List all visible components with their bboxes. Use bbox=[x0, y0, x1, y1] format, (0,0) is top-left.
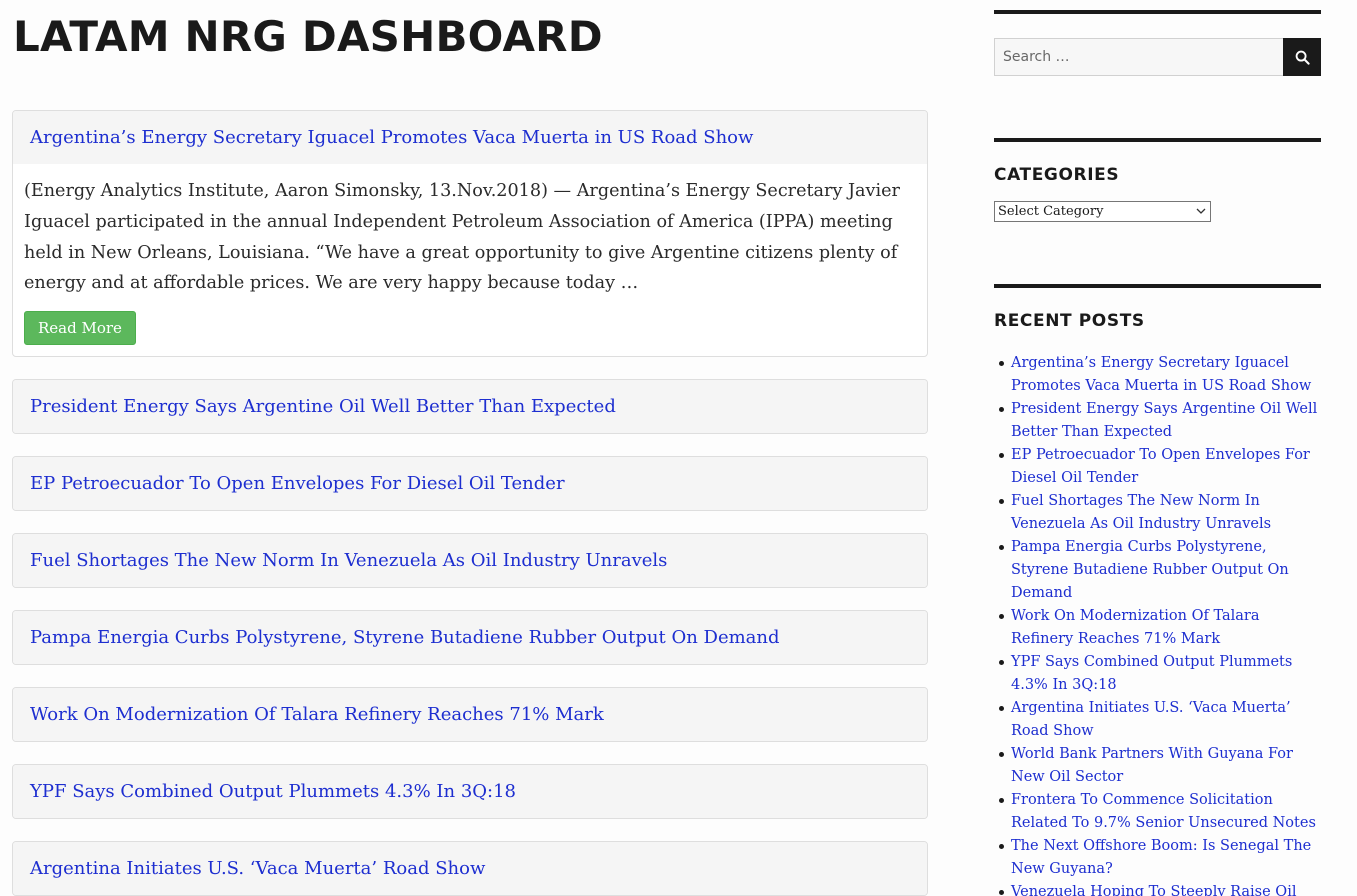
list-item: Pampa Energia Curbs Polystyrene, Styrene… bbox=[994, 536, 1321, 605]
widget-divider bbox=[994, 138, 1321, 142]
post-header: Argentina Initiates U.S. ‘Vaca Muerta’ R… bbox=[13, 842, 927, 896]
post-card: EP Petroecuador To Open Envelopes For Di… bbox=[12, 456, 928, 512]
search-button[interactable] bbox=[1283, 38, 1321, 76]
list-item: World Bank Partners With Guyana For New … bbox=[994, 743, 1321, 789]
list-item: EP Petroecuador To Open Envelopes For Di… bbox=[994, 444, 1321, 490]
recent-post-link[interactable]: Argentina Initiates U.S. ‘Vaca Muerta’ R… bbox=[1011, 700, 1291, 739]
chevron-down-icon bbox=[1196, 208, 1206, 214]
categories-widget: CATEGORIES Select Category bbox=[994, 138, 1321, 222]
list-item: Work On Modernization Of Talara Refinery… bbox=[994, 605, 1321, 651]
category-select-value: Select Category bbox=[998, 204, 1104, 219]
post-title-link[interactable]: Pampa Energia Curbs Polystyrene, Styrene… bbox=[30, 627, 780, 648]
recent-post-link[interactable]: Work On Modernization Of Talara Refinery… bbox=[1011, 608, 1260, 647]
post-header: Work On Modernization Of Talara Refinery… bbox=[13, 688, 927, 742]
post-header: EP Petroecuador To Open Envelopes For Di… bbox=[13, 457, 927, 511]
post-header: President Energy Says Argentine Oil Well… bbox=[13, 380, 927, 434]
widget-title: RECENT POSTS bbox=[994, 311, 1145, 331]
post-title-link[interactable]: Fuel Shortages The New Norm In Venezuela… bbox=[30, 550, 667, 571]
post-list: Argentina’s Energy Secretary Iguacel Pro… bbox=[12, 110, 928, 896]
category-select[interactable]: Select Category bbox=[994, 201, 1211, 222]
list-item: Fuel Shortages The New Norm In Venezuela… bbox=[994, 490, 1321, 536]
recent-posts-list: Argentina’s Energy Secretary Iguacel Pro… bbox=[994, 352, 1321, 896]
post-card: Argentina’s Energy Secretary Iguacel Pro… bbox=[12, 110, 928, 358]
post-header: Fuel Shortages The New Norm In Venezuela… bbox=[13, 534, 927, 588]
list-item: President Energy Says Argentine Oil Well… bbox=[994, 398, 1321, 444]
post-card: President Energy Says Argentine Oil Well… bbox=[12, 379, 928, 435]
post-card: YPF Says Combined Output Plummets 4.3% I… bbox=[12, 764, 928, 820]
site-title[interactable]: LATAM NRG DASHBOARD bbox=[13, 12, 603, 61]
post-title-link[interactable]: Argentina Initiates U.S. ‘Vaca Muerta’ R… bbox=[30, 858, 485, 879]
recent-post-link[interactable]: The Next Offshore Boom: Is Senegal The N… bbox=[1011, 838, 1311, 877]
post-title-link[interactable]: Work On Modernization Of Talara Refinery… bbox=[30, 704, 604, 725]
post-header: YPF Says Combined Output Plummets 4.3% I… bbox=[13, 765, 927, 819]
post-header: Pampa Energia Curbs Polystyrene, Styrene… bbox=[13, 611, 927, 665]
search-icon bbox=[1295, 50, 1310, 65]
sidebar: CATEGORIES Select Category RECENT POSTS … bbox=[994, 10, 1321, 896]
recent-post-link[interactable]: YPF Says Combined Output Plummets 4.3% I… bbox=[1011, 654, 1292, 693]
widget-title: CATEGORIES bbox=[994, 165, 1120, 185]
post-title-link[interactable]: EP Petroecuador To Open Envelopes For Di… bbox=[30, 473, 565, 494]
recent-post-link[interactable]: EP Petroecuador To Open Envelopes For Di… bbox=[1011, 447, 1310, 486]
post-title-link[interactable]: YPF Says Combined Output Plummets 4.3% I… bbox=[30, 781, 516, 802]
list-item: Venezuela Hoping To Steeply Raise Oil bbox=[994, 881, 1321, 896]
recent-post-link[interactable]: Frontera To Commence Solicitation Relate… bbox=[1011, 792, 1316, 831]
search-form bbox=[994, 38, 1321, 76]
widget-divider bbox=[994, 10, 1321, 14]
list-item: Argentina’s Energy Secretary Iguacel Pro… bbox=[994, 352, 1321, 398]
recent-posts-widget: RECENT POSTS Argentina’s Energy Secretar… bbox=[994, 284, 1321, 896]
search-widget bbox=[994, 10, 1321, 76]
widget-divider bbox=[994, 284, 1321, 288]
recent-post-link[interactable]: President Energy Says Argentine Oil Well… bbox=[1011, 401, 1317, 440]
post-excerpt: (Energy Analytics Institute, Aaron Simon… bbox=[24, 181, 900, 294]
post-title-link[interactable]: President Energy Says Argentine Oil Well… bbox=[30, 396, 616, 417]
recent-post-link[interactable]: Fuel Shortages The New Norm In Venezuela… bbox=[1011, 493, 1271, 532]
post-card: Work On Modernization Of Talara Refinery… bbox=[12, 687, 928, 743]
recent-post-link[interactable]: Venezuela Hoping To Steeply Raise Oil bbox=[1011, 884, 1296, 896]
list-item: The Next Offshore Boom: Is Senegal The N… bbox=[994, 835, 1321, 881]
post-title-link[interactable]: Argentina’s Energy Secretary Iguacel Pro… bbox=[30, 127, 753, 148]
post-body: (Energy Analytics Institute, Aaron Simon… bbox=[13, 164, 927, 356]
post-header: Argentina’s Energy Secretary Iguacel Pro… bbox=[13, 111, 927, 164]
list-item: YPF Says Combined Output Plummets 4.3% I… bbox=[994, 651, 1321, 697]
search-input[interactable] bbox=[994, 38, 1283, 76]
recent-post-link[interactable]: Pampa Energia Curbs Polystyrene, Styrene… bbox=[1011, 539, 1289, 601]
post-card: Pampa Energia Curbs Polystyrene, Styrene… bbox=[12, 610, 928, 666]
post-card: Fuel Shortages The New Norm In Venezuela… bbox=[12, 533, 928, 589]
recent-post-link[interactable]: World Bank Partners With Guyana For New … bbox=[1011, 746, 1293, 785]
post-card: Argentina Initiates U.S. ‘Vaca Muerta’ R… bbox=[12, 841, 928, 896]
list-item: Argentina Initiates U.S. ‘Vaca Muerta’ R… bbox=[994, 697, 1321, 743]
read-more-button[interactable]: Read More bbox=[24, 311, 136, 346]
recent-post-link[interactable]: Argentina’s Energy Secretary Iguacel Pro… bbox=[1011, 355, 1311, 394]
list-item: Frontera To Commence Solicitation Relate… bbox=[994, 789, 1321, 835]
